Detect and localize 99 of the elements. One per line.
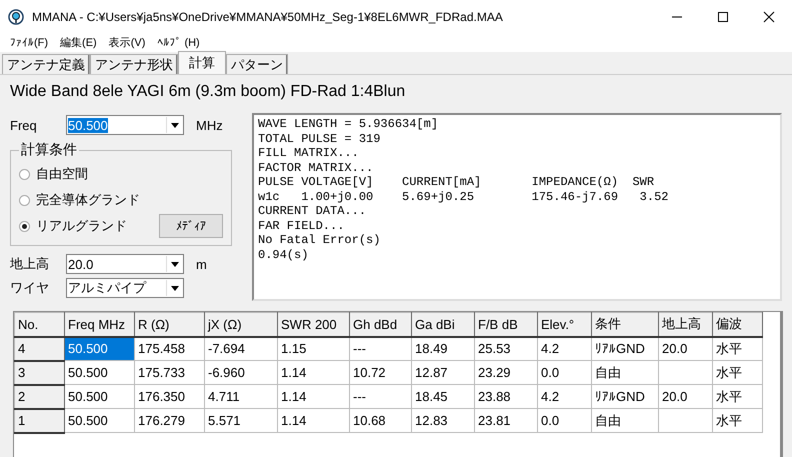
- menu-item[interactable]: ﾌｧｲﾙ(F): [4, 36, 54, 49]
- unit-label: MHz: [196, 118, 223, 132]
- table-cell[interactable]: 0.0: [538, 360, 592, 384]
- table-cell[interactable]: ---: [350, 336, 412, 360]
- output-line: w1c 1.00+j0.00 5.69+j0.25 175.46-j7.69 3.52: [258, 190, 668, 204]
- column-header[interactable]: Freq MHz: [64, 312, 134, 336]
- group-title: 計算条件: [20, 141, 78, 159]
- maximize-icon[interactable]: [717, 10, 729, 22]
- table-cell[interactable]: 水平: [712, 360, 762, 384]
- column-header[interactable]: Elev.°: [538, 312, 592, 336]
- output-line: FILL MATRIX...: [258, 146, 359, 160]
- table-cell[interactable]: 18.45: [412, 384, 474, 408]
- row-header[interactable]: 1: [14, 408, 64, 432]
- output-line: FAR FIELD...: [258, 218, 344, 233]
- column-header[interactable]: 偏波: [712, 312, 762, 336]
- table-cell[interactable]: 12.87: [412, 360, 474, 384]
- table-cell[interactable]: 175.733: [134, 360, 204, 384]
- table-cell[interactable]: 176.279: [134, 408, 204, 432]
- output-line: CURRENT DATA...: [258, 204, 366, 218]
- output-line: TOTAL PULSE = 319: [258, 132, 380, 146]
- table-cell[interactable]: 自由: [592, 408, 658, 432]
- radio-button[interactable]: [19, 194, 30, 206]
- tab[interactable]: アンテナ形状: [90, 54, 178, 74]
- output-line: PULSE VOLTAGE[V] CURRENT[mA] IMPEDANCE(Ω) SWR: [258, 175, 654, 190]
- column-header[interactable]: 条件: [592, 312, 658, 336]
- table-cell[interactable]: 自由: [592, 360, 658, 384]
- column-header[interactable]: jX (Ω): [204, 312, 278, 336]
- table-cell[interactable]: 水平: [712, 336, 762, 360]
- wire-label: ワイヤ: [10, 279, 50, 297]
- table-cell[interactable]: 1.14: [278, 408, 350, 432]
- table-cell[interactable]: 23.88: [474, 384, 538, 408]
- table-cell[interactable]: -6.960: [204, 360, 278, 384]
- table-cell[interactable]: 0.0: [538, 408, 592, 432]
- table-cell[interactable]: 23.29: [474, 360, 538, 384]
- table-cell[interactable]: 50.500: [64, 360, 134, 384]
- table-cell[interactable]: ﾘｱﾙGND: [592, 336, 658, 360]
- column-header[interactable]: Gh dBd: [350, 312, 412, 336]
- table-cell[interactable]: 12.83: [412, 408, 474, 432]
- radio-label[interactable]: 自由空間: [36, 165, 88, 183]
- output-line: WAVE LENGTH = 5.936634[m]: [258, 117, 438, 132]
- column-header[interactable]: No.: [14, 312, 64, 336]
- tab[interactable]: 計算: [178, 51, 226, 74]
- output-line: No Fatal Error(s): [258, 233, 380, 248]
- table-cell[interactable]: ---: [350, 384, 412, 408]
- table-cell[interactable]: 4.2: [538, 384, 592, 408]
- column-header[interactable]: R (Ω): [134, 312, 204, 336]
- antenna-name: Wide Band 8ele YAGI 6m (9.3m boom) FD-Rad 1:4Blun: [10, 82, 406, 102]
- table-cell[interactable]: 10.72: [350, 360, 412, 384]
- column-header[interactable]: SWR 200: [278, 312, 350, 336]
- table-cell[interactable]: 5.571: [204, 408, 278, 432]
- column-header[interactable]: F/B dB: [474, 312, 538, 336]
- tab[interactable]: パターン: [226, 54, 288, 74]
- table-cell[interactable]: 20.0: [658, 336, 712, 360]
- menu-item[interactable]: 編集(E): [54, 35, 103, 50]
- tab[interactable]: アンテナ定義: [2, 54, 90, 74]
- radio-label[interactable]: 完全導体グランド: [36, 191, 140, 209]
- table-cell[interactable]: 50.500: [64, 336, 134, 360]
- row-header[interactable]: 3: [14, 360, 64, 384]
- freq-label: Freq: [10, 118, 38, 132]
- output-line: 0.94(s): [258, 248, 308, 262]
- menu-item[interactable]: 表示(V): [102, 35, 152, 50]
- radio-label[interactable]: リアルグランド: [36, 217, 127, 235]
- table-cell[interactable]: 50.500: [64, 384, 134, 408]
- table-cell[interactable]: 175.458: [134, 336, 204, 360]
- unit-label: m: [196, 256, 207, 272]
- table-cell[interactable]: ﾘｱﾙGND: [592, 384, 658, 408]
- media-button[interactable]: ﾒﾃﾞｨｱ: [159, 214, 223, 238]
- table-cell[interactable]: 23.81: [474, 408, 538, 432]
- window-title: MMANA - C:¥Users¥ja5ns¥OneDrive¥MMANA¥50MHz_Seg-1¥8EL6MWR_FDRad.MAA: [32, 10, 504, 24]
- column-header[interactable]: Ga dBi: [412, 312, 474, 336]
- table-cell[interactable]: [658, 360, 712, 384]
- table-cell[interactable]: 10.68: [350, 408, 412, 432]
- table-cell[interactable]: 水平: [712, 384, 762, 408]
- row-header[interactable]: 4: [14, 336, 64, 360]
- output-line: FACTOR MATRIX...: [258, 160, 374, 175]
- table-cell[interactable]: 50.500: [64, 408, 134, 432]
- table-cell[interactable]: 1.14: [278, 384, 350, 408]
- table-cell[interactable]: 4.711: [204, 384, 278, 408]
- height-label: 地上高: [10, 255, 50, 273]
- table-cell[interactable]: -7.694: [204, 336, 278, 360]
- radio-button[interactable]: [19, 220, 30, 232]
- table-cell[interactable]: 176.350: [134, 384, 204, 408]
- table-cell[interactable]: 18.49: [412, 336, 474, 360]
- close-icon[interactable]: [763, 10, 775, 22]
- row-header[interactable]: 2: [14, 384, 64, 408]
- column-header[interactable]: 地上高: [658, 312, 712, 336]
- table-cell[interactable]: 1.14: [278, 360, 350, 384]
- table-cell[interactable]: 20.0: [658, 384, 712, 408]
- table-cell[interactable]: 1.15: [278, 336, 350, 360]
- table-cell[interactable]: [658, 408, 712, 432]
- table-cell[interactable]: 4.2: [538, 336, 592, 360]
- wire-combo[interactable]: アルミパイプ: [66, 278, 184, 298]
- radio-button[interactable]: [19, 168, 30, 180]
- app-icon: [8, 8, 24, 24]
- table-cell[interactable]: 25.53: [474, 336, 538, 360]
- menu-item[interactable]: ﾍﾙﾌﾟ (H): [151, 36, 206, 49]
- table-cell[interactable]: 水平: [712, 408, 762, 432]
- freq-combo[interactable]: 50.500: [66, 115, 184, 135]
- height-combo[interactable]: 20.0: [66, 254, 184, 274]
